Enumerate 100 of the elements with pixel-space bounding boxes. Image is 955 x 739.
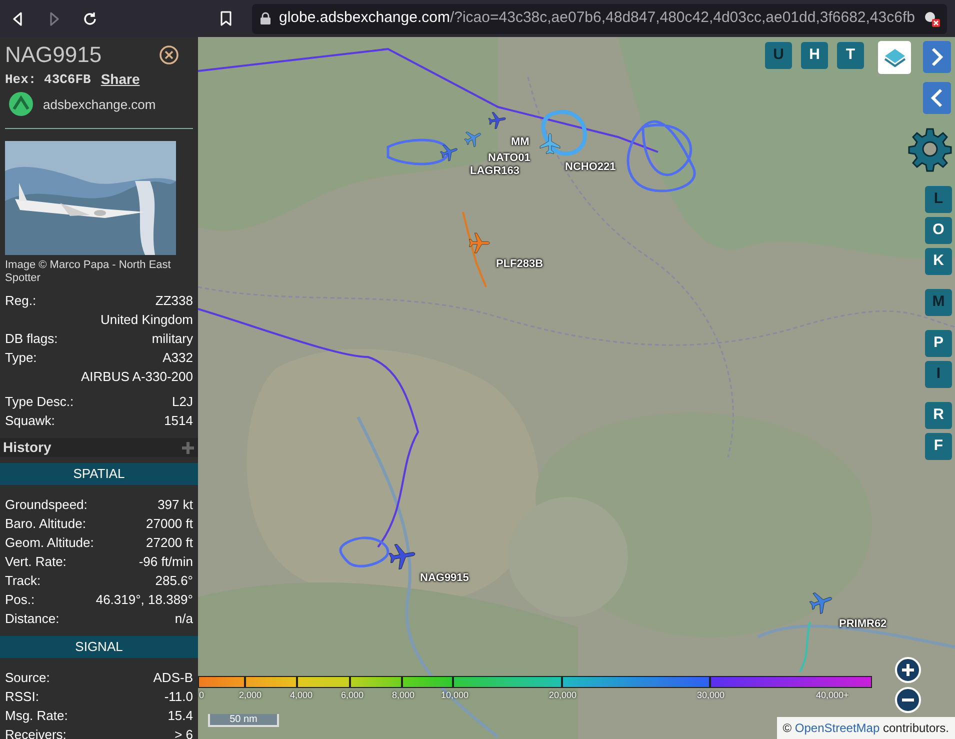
- info-label: Type Desc.:: [5, 393, 74, 411]
- section-header: SIGNAL: [0, 636, 198, 658]
- aircraft-label[interactable]: NCHO221: [565, 161, 616, 174]
- forward-icon: [47, 12, 62, 26]
- airplane-icon[interactable]: [487, 110, 507, 130]
- aircraft-label[interactable]: NATO01: [488, 152, 530, 165]
- lock-icon: [260, 12, 271, 25]
- info-label: DB flags:: [5, 330, 58, 348]
- toggle-button[interactable]: K: [925, 248, 952, 275]
- altitude-color-bar: [297, 676, 350, 688]
- airplane-icon[interactable]: [467, 231, 491, 255]
- layers-icon: [882, 46, 906, 68]
- altitude-color-bar: [244, 676, 298, 688]
- toggle-button[interactable]: R: [925, 402, 952, 429]
- chevron-left-icon: [930, 88, 944, 108]
- chevron-right-icon: [930, 47, 944, 67]
- toggle-button[interactable]: M: [925, 289, 952, 316]
- field-value: 27200 ft: [146, 534, 193, 552]
- airplane-icon[interactable]: [538, 132, 562, 156]
- info-value: 1514: [164, 412, 193, 430]
- legend-label: 40,000+: [816, 689, 849, 701]
- layers-button[interactable]: [878, 41, 911, 74]
- info-label: Squawk:: [5, 412, 55, 430]
- field-label: RSSI:: [5, 688, 39, 706]
- aircraft-label[interactable]: MM: [511, 136, 530, 149]
- field-label: Baro. Altitude:: [5, 515, 86, 533]
- aircraft-label[interactable]: PRIMR62: [839, 618, 887, 631]
- history-header[interactable]: History: [0, 438, 198, 457]
- legend-label: 6,000: [341, 689, 364, 701]
- legend-label: 0: [199, 689, 204, 701]
- section-header: SPATIAL: [0, 463, 198, 485]
- field-value: n/a: [174, 610, 193, 628]
- legend-label: 30,000: [697, 689, 725, 701]
- callsign-title: NAG9915: [5, 41, 102, 69]
- field-label: Vert. Rate:: [5, 553, 66, 571]
- reload-icon: [82, 10, 98, 26]
- info-value: L2J: [172, 393, 193, 411]
- field-label: Source:: [5, 669, 50, 687]
- attribution: © OpenStreetMap contributors.: [776, 717, 955, 739]
- share-link[interactable]: Share: [100, 70, 140, 89]
- aircraft-label[interactable]: PLF283B: [496, 258, 544, 271]
- airplane-icon[interactable]: [439, 142, 459, 162]
- toggle-button[interactable]: H: [801, 42, 828, 69]
- close-button[interactable]: [159, 45, 179, 65]
- url-text: globe.adsbexchange.com/?icao=43c38c,ae07b6,48d847,480c42,4d03cc,ae01dd,3f6682,43c6fb: [279, 8, 915, 28]
- site-link[interactable]: adsbexchange.com: [43, 94, 156, 114]
- aircraft-label[interactable]: LAGR163: [470, 165, 520, 178]
- legend-label: 10,000: [441, 689, 469, 701]
- bookmark-icon: [220, 11, 232, 26]
- toggle-button[interactable]: F: [925, 433, 952, 460]
- legend-label: 4,000: [290, 689, 313, 701]
- field-value: -11.0: [164, 688, 193, 706]
- airplane-icon[interactable]: [387, 541, 417, 571]
- info-value: AIRBUS A-330-200: [80, 368, 193, 386]
- field-label: Distance:: [5, 610, 60, 628]
- legend-label: 20,000: [549, 689, 577, 701]
- toggle-button[interactable]: U: [765, 42, 792, 69]
- photo-credit: Image © Marco Papa - North East Spotter: [5, 259, 172, 285]
- field-value: 397 kt: [158, 496, 193, 514]
- field-value: 285.6°: [155, 572, 193, 590]
- address-bar[interactable]: globe.adsbexchange.com/?icao=43c38c,ae07b6,48d847,480c42,4d03cc,ae01dd,3f6682,43c6fb: [252, 4, 947, 34]
- toggle-button[interactable]: O: [925, 217, 952, 244]
- expand-button[interactable]: [923, 41, 951, 73]
- field-label: Groundspeed:: [5, 496, 88, 514]
- field-value: -96 ft/min: [138, 553, 193, 571]
- info-value: A332: [162, 349, 193, 367]
- scale-bar: 50 nm: [208, 714, 279, 727]
- field-value: 15.4: [168, 707, 193, 725]
- field-label: Pos.:: [5, 591, 35, 609]
- info-label: Reg.:: [5, 292, 36, 310]
- history-title: History: [3, 438, 52, 457]
- toggle-button[interactable]: T: [837, 42, 864, 69]
- field-label: Msg. Rate:: [5, 707, 68, 725]
- plus-icon: [901, 663, 915, 677]
- collapse-button[interactable]: [923, 82, 951, 114]
- info-value: military: [152, 330, 193, 348]
- altitude-color-bar: [350, 676, 402, 688]
- toggle-button[interactable]: I: [925, 361, 952, 388]
- field-value: > 6: [174, 726, 193, 739]
- legend-label: 8,000: [392, 689, 415, 701]
- field-value: ADS-B: [153, 669, 193, 687]
- info-value: United Kingdom: [100, 311, 193, 329]
- osm-link[interactable]: OpenStreetMap: [794, 721, 880, 735]
- field-label: Track:: [5, 572, 41, 590]
- legend-label: 2,000: [239, 689, 262, 701]
- plus-icon[interactable]: [181, 440, 195, 454]
- field-label: Geom. Altitude:: [5, 534, 94, 552]
- toggle-button[interactable]: L: [925, 186, 952, 213]
- field-value: 46.319°, 18.389°: [96, 591, 193, 609]
- flight-track: [799, 622, 811, 672]
- close-icon: [159, 45, 179, 65]
- field-label: Receivers:: [5, 726, 66, 739]
- settings-icon[interactable]: [907, 126, 953, 172]
- hex-code: Hex: 43C6FB: [5, 71, 91, 89]
- logo-icon: [9, 92, 33, 116]
- extension-icon[interactable]: [922, 10, 941, 28]
- info-label: Type:: [5, 349, 37, 367]
- toggle-button[interactable]: P: [925, 330, 952, 357]
- info-value: ZZ338: [155, 292, 193, 310]
- field-value: 27000 ft: [146, 515, 193, 533]
